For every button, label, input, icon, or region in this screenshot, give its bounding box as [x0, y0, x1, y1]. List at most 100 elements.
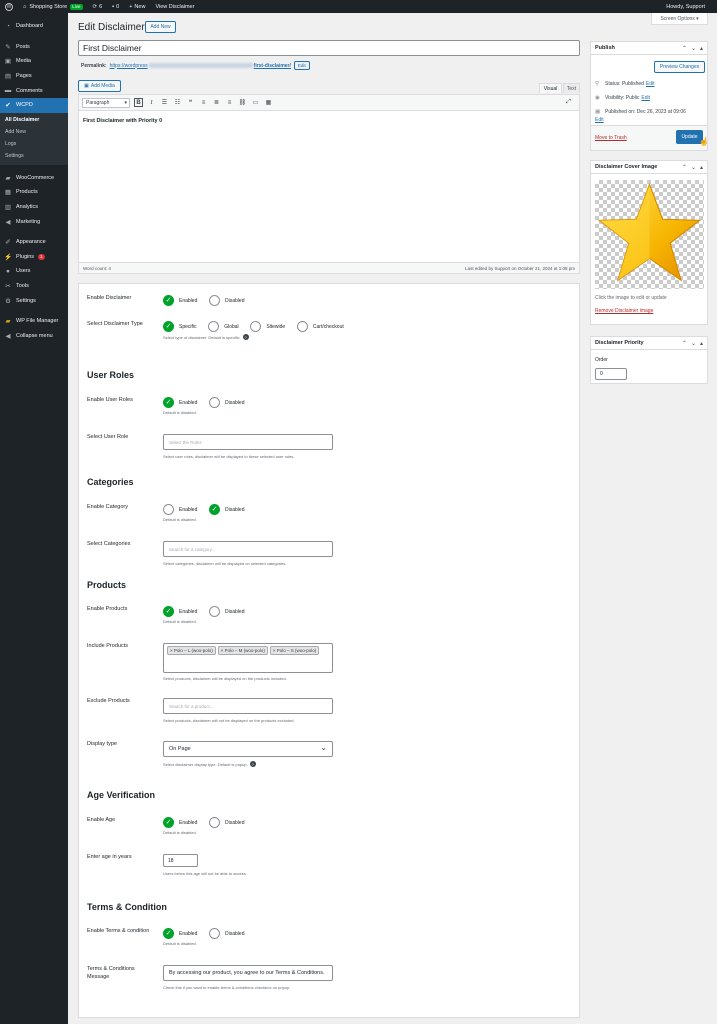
remove-cover-image-link[interactable]: Remove Disclaimer image — [595, 308, 653, 314]
cover-image-header[interactable]: Disclaimer Cover Image ⌃ ⌄ ▴ — [591, 161, 707, 174]
disclaimer-disabled-radio[interactable]: Disabled — [209, 295, 245, 306]
view-disclaimer-link[interactable]: View Disclaimer — [150, 0, 199, 13]
submenu-settings[interactable]: Settings — [0, 151, 68, 163]
category-disabled-radio[interactable]: ✓ Disabled — [209, 504, 245, 515]
sidebar-item-plugins[interactable]: ⚡ Plugins 1 — [0, 250, 68, 265]
type-global-radio[interactable]: Global — [208, 321, 239, 332]
chevron-down-icon[interactable]: ⌄ — [691, 340, 696, 347]
edit-visibility-link[interactable]: Edit — [641, 95, 650, 101]
products-heading: Products — [87, 580, 127, 590]
type-cart-checkout-radio[interactable]: Cart/checkout — [296, 321, 344, 332]
product-tag[interactable]: × Polo – S (woo-polo) — [269, 646, 320, 655]
user-account-link[interactable]: Howdy, Support — [661, 0, 717, 13]
display-type-select[interactable]: On Page — [163, 741, 333, 757]
category-enabled-radio[interactable]: Enabled — [163, 504, 197, 515]
site-name-link[interactable]: ⌂ Shopping Store Live — [18, 0, 88, 13]
italic-icon[interactable]: I — [147, 98, 156, 107]
terms-message-input[interactable]: By accessing our product, you agree to o… — [163, 965, 333, 981]
edit-date-link[interactable]: Edit — [595, 117, 604, 123]
type-sitewide-radio[interactable]: Sitewide — [250, 321, 285, 332]
add-new-button[interactable]: Add New — [145, 21, 176, 33]
align-center-icon[interactable]: ≣ — [212, 98, 221, 107]
exclude-products-input[interactable]: Search for a product... — [163, 698, 333, 714]
include-products-select[interactable]: × Polo – L (woo-polo) × Polo – M (woo-po… — [163, 643, 333, 673]
order-input[interactable]: 0 — [595, 368, 627, 380]
edit-status-link[interactable]: Edit — [646, 81, 655, 87]
align-right-icon[interactable]: ≡ — [225, 98, 234, 107]
products-disabled-radio[interactable]: Disabled — [209, 606, 245, 617]
terms-disabled-radio[interactable]: Disabled — [209, 928, 245, 939]
wordpress-logo[interactable]: W — [0, 0, 18, 13]
age-enabled-radio[interactable]: ✓ Enabled — [163, 817, 197, 828]
chevron-down-icon[interactable]: ⌄ — [691, 45, 696, 52]
updates-link[interactable]: ⟳ 6 — [88, 0, 108, 13]
type-specific-radio[interactable]: ✓ Specific — [163, 321, 197, 332]
sidebar-item-file-manager[interactable]: ▰ WP File Manager — [0, 314, 68, 329]
caret-up-icon[interactable]: ▴ — [700, 340, 703, 347]
products-enabled-radio[interactable]: ✓ Enabled — [163, 606, 197, 617]
category-search-input[interactable]: Search for a category... — [163, 541, 333, 557]
chevron-up-icon[interactable]: ⌃ — [682, 45, 687, 52]
caret-up-icon[interactable]: ▴ — [700, 164, 703, 171]
terms-enabled-radio[interactable]: ✓ Enabled — [163, 928, 197, 939]
submenu-add-new[interactable]: Add New — [0, 127, 68, 139]
comments-link[interactable]: ▪ 0 — [107, 0, 124, 13]
tab-text[interactable]: Text — [563, 83, 580, 93]
sidebar-item-comments[interactable]: ▬ Comments — [0, 83, 68, 98]
sidebar-item-analytics[interactable]: ▥ Analytics — [0, 200, 68, 215]
preview-changes-button[interactable]: Preview Changes — [654, 61, 705, 73]
help-icon[interactable]: ? — [242, 334, 249, 340]
help-icon[interactable]: ? — [249, 761, 256, 767]
sidebar-item-settings[interactable]: ⚙ Settings — [0, 293, 68, 308]
cover-image[interactable] — [595, 180, 704, 289]
sidebar-item-media[interactable]: ▣ Media — [0, 54, 68, 69]
align-left-icon[interactable]: ≡ — [199, 98, 208, 107]
permalink-link[interactable]: https://wordpress — [110, 63, 148, 69]
priority-header[interactable]: Disclaimer Priority ⌃ ⌄ ▴ — [591, 337, 707, 350]
new-content-link[interactable]: + New — [124, 0, 150, 13]
user-roles-disabled-radio[interactable]: Disabled — [209, 397, 245, 408]
publish-header[interactable]: Publish ⌃ ⌄ ▴ — [591, 42, 707, 55]
sidebar-item-woocommerce[interactable]: ▰ WooCommerce — [0, 171, 68, 186]
chevron-up-icon[interactable]: ⌃ — [682, 164, 687, 171]
move-to-trash-link[interactable]: Move to Trash — [595, 135, 627, 141]
blockquote-icon[interactable]: ❝ — [186, 98, 195, 107]
user-role-select[interactable]: Select the Roles — [163, 434, 333, 450]
product-tag[interactable]: × Polo – M (woo-polo) — [217, 646, 268, 655]
chevron-up-icon[interactable]: ⌃ — [682, 340, 687, 347]
screen-options-button[interactable]: Screen Options ▾ — [651, 13, 708, 25]
sidebar-item-dashboard[interactable]: ◔ Dashboard — [0, 19, 68, 34]
fullscreen-icon[interactable]: ⤢ — [564, 98, 573, 107]
sidebar-item-posts[interactable]: ✎ Posts — [0, 40, 68, 55]
disclaimer-enabled-radio[interactable]: ✓ Enabled — [163, 295, 197, 306]
read-more-icon[interactable]: ▭ — [251, 98, 260, 107]
sidebar-item-wcpd[interactable]: ✔ WCPD — [0, 97, 68, 113]
numbered-list-icon[interactable]: ☷ — [173, 98, 182, 107]
bold-icon[interactable]: B — [134, 98, 143, 107]
editor-content[interactable]: First Disclaimer with Priority 0 — [79, 111, 579, 131]
submenu-all-disclaimer[interactable]: All Disclaimer — [0, 115, 68, 127]
submenu-logs[interactable]: Logs — [0, 139, 68, 151]
toolbar-toggle-icon[interactable]: ▦ — [264, 98, 273, 107]
sidebar-item-appearance[interactable]: ✐ Appearance — [0, 235, 68, 250]
link-icon[interactable]: ⛓ — [238, 98, 247, 107]
post-title-input[interactable]: First Disclaimer — [78, 40, 580, 56]
product-tag[interactable]: × Polo – L (woo-polo) — [167, 646, 216, 655]
age-input[interactable]: 18 — [163, 854, 198, 867]
add-media-button[interactable]: ▣ Add Media — [78, 80, 121, 92]
chevron-down-icon[interactable]: ⌄ — [691, 164, 696, 171]
tab-visual[interactable]: Visual — [539, 83, 562, 93]
format-select[interactable]: Paragraph — [82, 97, 130, 108]
sidebar-item-pages[interactable]: ▤ Pages — [0, 69, 68, 84]
age-disabled-radio[interactable]: Disabled — [209, 817, 245, 828]
user-roles-enabled-radio[interactable]: ✓ Enabled — [163, 397, 197, 408]
permalink-edit-button[interactable]: Edit — [293, 61, 310, 70]
sidebar-item-tools[interactable]: ✂ Tools — [0, 279, 68, 294]
sidebar-item-users[interactable]: ● Users — [0, 264, 68, 279]
sidebar-item-products[interactable]: ▦ Products — [0, 185, 68, 200]
collapse-menu-button[interactable]: ◀ Collapse menu — [0, 329, 68, 344]
permalink-slug[interactable]: first-disclaimer/ — [254, 63, 291, 69]
bullet-list-icon[interactable]: ☰ — [160, 98, 169, 107]
caret-up-icon[interactable]: ▴ — [700, 45, 703, 52]
sidebar-item-marketing[interactable]: ◀ Marketing — [0, 214, 68, 229]
